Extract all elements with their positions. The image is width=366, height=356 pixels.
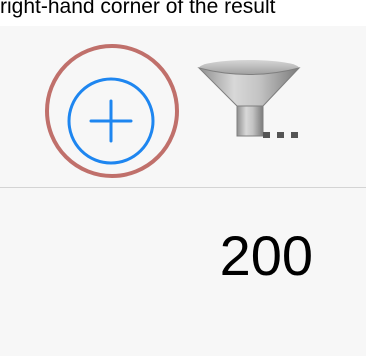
plus-circle-icon bbox=[67, 77, 155, 165]
filter-button[interactable] bbox=[193, 57, 311, 147]
value-label: 200 bbox=[219, 224, 313, 287]
add-button[interactable] bbox=[67, 77, 155, 165]
toolbar bbox=[0, 26, 366, 187]
ellipsis-icon bbox=[263, 132, 298, 138]
funnel-icon bbox=[197, 60, 301, 138]
cropped-caption-text: right-hand corner of the result bbox=[0, 0, 366, 24]
